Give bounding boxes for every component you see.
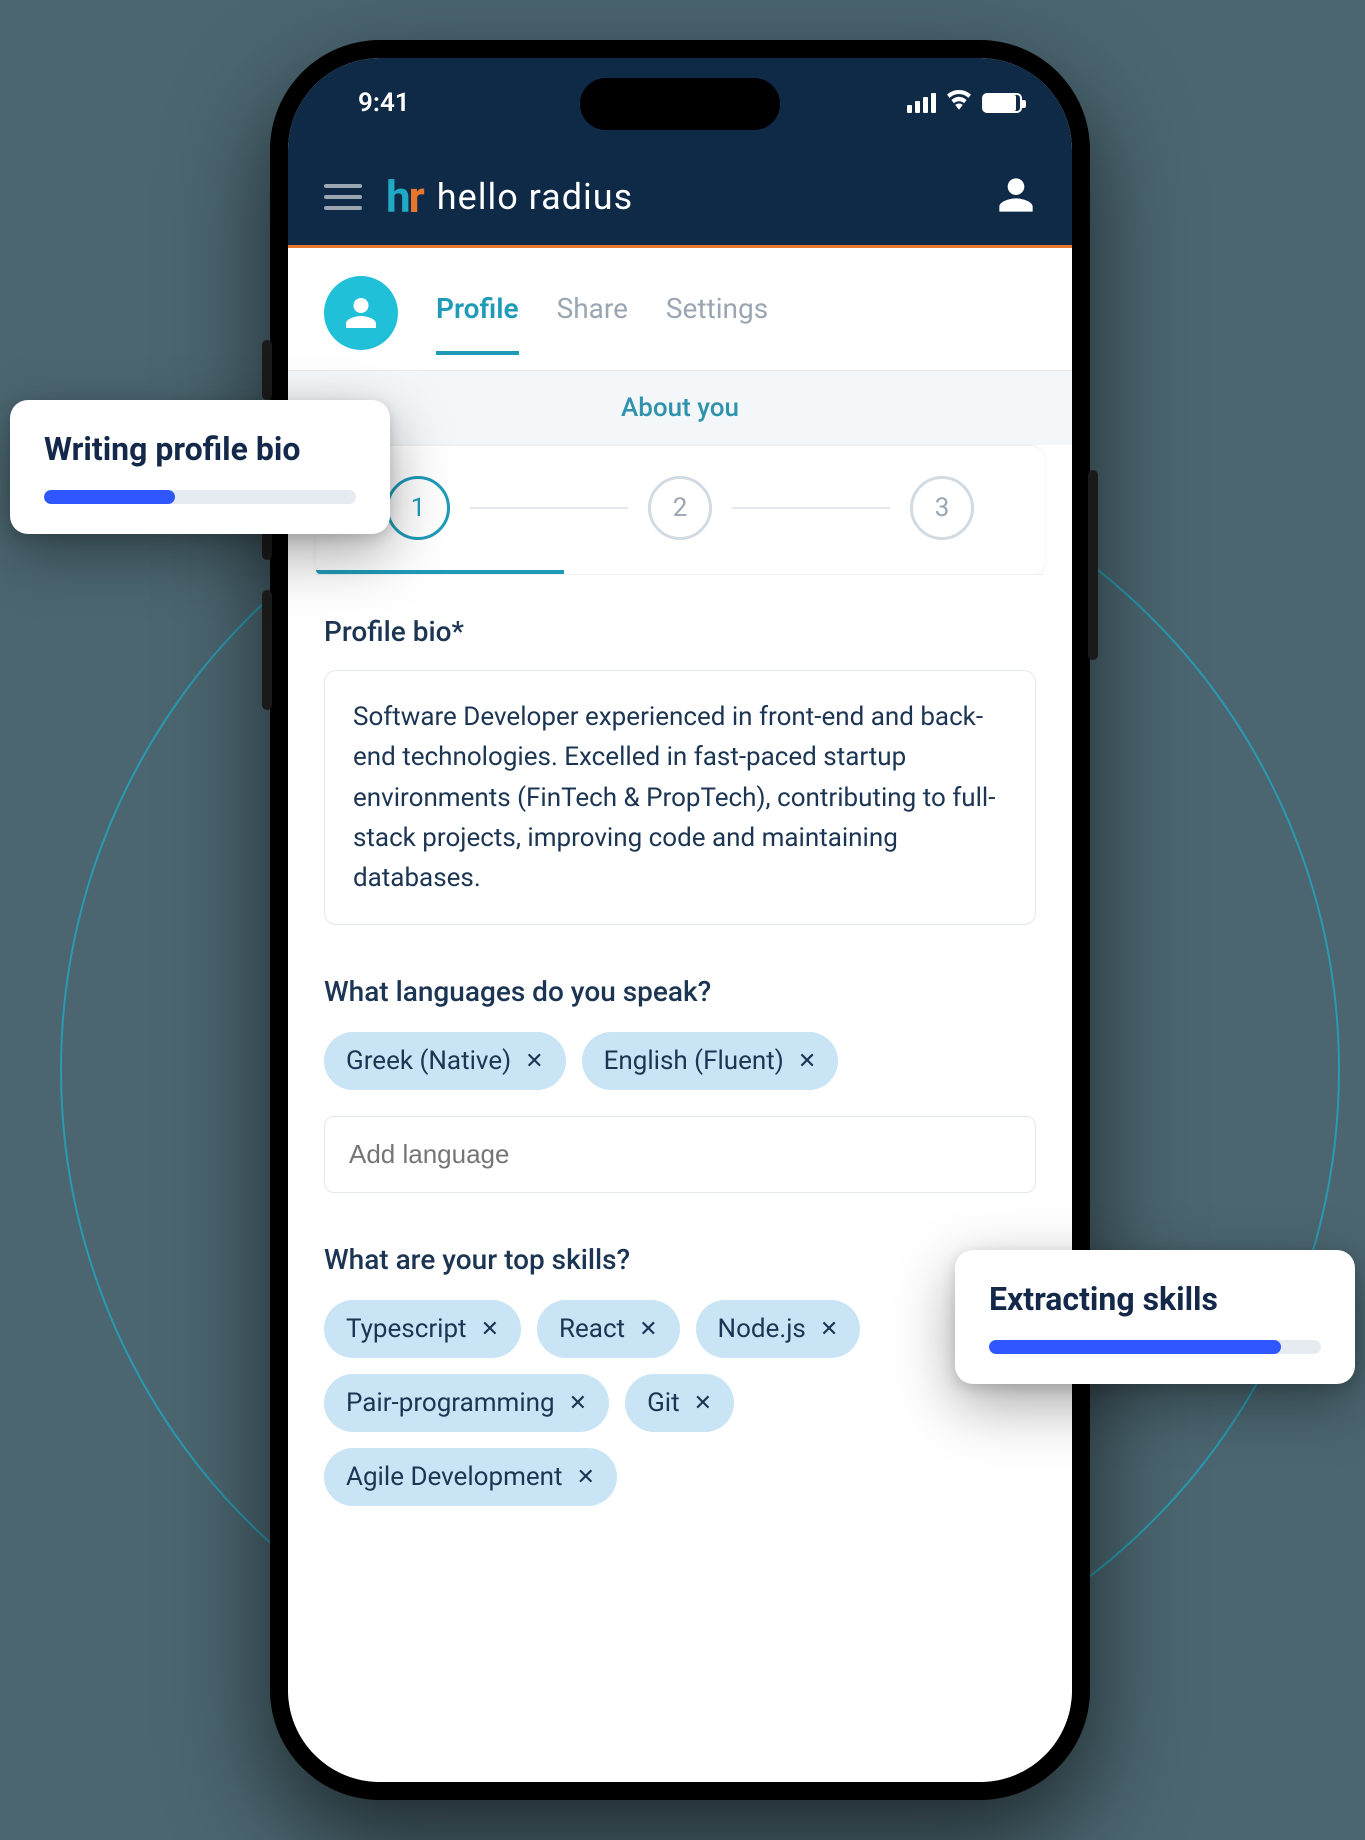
status-indicators xyxy=(907,87,1022,120)
bio-textarea[interactable]: Software Developer experienced in front-… xyxy=(324,670,1036,925)
phone-side-button xyxy=(262,340,272,400)
step-3[interactable]: 3 xyxy=(910,476,974,540)
skill-chip[interactable]: Agile Development ✕ xyxy=(324,1448,617,1506)
remove-icon[interactable]: ✕ xyxy=(820,1317,838,1342)
wifi-icon xyxy=(946,87,972,120)
popup-writing-progress-fill xyxy=(44,490,175,504)
chip-label: English (Fluent) xyxy=(604,1046,784,1076)
phone-volume-down xyxy=(262,590,272,710)
languages-label: What languages do you speak? xyxy=(324,975,1036,1008)
stepper: 1 2 3 xyxy=(316,446,1044,570)
tab-settings[interactable]: Settings xyxy=(666,292,768,355)
chip-label: Node.js xyxy=(718,1314,806,1344)
remove-icon[interactable]: ✕ xyxy=(694,1391,712,1416)
step-connector xyxy=(470,507,628,509)
tab-share[interactable]: Share xyxy=(557,292,628,355)
skill-chip[interactable]: Node.js ✕ xyxy=(696,1300,861,1358)
popup-extracting-progress-fill xyxy=(989,1340,1281,1354)
remove-icon[interactable]: ✕ xyxy=(577,1465,595,1490)
dynamic-island xyxy=(580,78,780,130)
app-header: hr hello radius xyxy=(288,148,1072,248)
stepper-card: 1 2 3 xyxy=(316,445,1044,575)
popup-extracting-skills: Extracting skills xyxy=(955,1250,1355,1384)
remove-icon[interactable]: ✕ xyxy=(798,1049,816,1074)
popup-extracting-title: Extracting skills xyxy=(989,1280,1321,1318)
status-time: 9:41 xyxy=(358,88,410,118)
step-connector xyxy=(732,507,890,509)
phone-frame: 9:41 hr hello radius xyxy=(270,40,1090,1800)
skill-chips: Typescript ✕ React ✕ Node.js ✕ Pair-program… xyxy=(324,1300,1036,1506)
popup-writing-title: Writing profile bio xyxy=(44,430,356,468)
skill-chip[interactable]: Typescript ✕ xyxy=(324,1300,521,1358)
skill-chip[interactable]: Pair-programming ✕ xyxy=(324,1374,609,1432)
menu-icon[interactable] xyxy=(324,184,362,210)
skills-label: What are your top skills? xyxy=(324,1243,1036,1276)
popup-writing-progress-track xyxy=(44,490,356,504)
battery-icon xyxy=(982,93,1022,113)
chip-label: Agile Development xyxy=(346,1462,563,1492)
cellular-signal-icon xyxy=(907,93,936,113)
logo-mark: hr xyxy=(386,171,423,223)
chip-label: Pair-programming xyxy=(346,1388,555,1418)
phone-screen: 9:41 hr hello radius xyxy=(288,58,1072,1782)
remove-icon[interactable]: ✕ xyxy=(481,1317,499,1342)
chip-label: Typescript xyxy=(346,1314,467,1344)
chip-label: Git xyxy=(647,1388,680,1418)
skill-chip[interactable]: React ✕ xyxy=(537,1300,680,1358)
phone-power-button xyxy=(1088,470,1098,660)
add-language-input[interactable] xyxy=(324,1116,1036,1193)
tab-profile[interactable]: Profile xyxy=(436,292,519,355)
chip-label: Greek (Native) xyxy=(346,1046,511,1076)
language-chip[interactable]: English (Fluent) ✕ xyxy=(582,1032,839,1090)
popup-writing-bio: Writing profile bio xyxy=(10,400,390,534)
language-chips: Greek (Native) ✕ English (Fluent) ✕ xyxy=(324,1032,1036,1090)
popup-extracting-progress-track xyxy=(989,1340,1321,1354)
chip-label: React xyxy=(559,1314,625,1344)
tab-bar: Profile Share Settings xyxy=(288,248,1072,371)
bio-label: Profile bio* xyxy=(324,615,1036,648)
profile-avatar[interactable] xyxy=(324,276,398,350)
step-1[interactable]: 1 xyxy=(386,476,450,540)
form-area: Profile bio* Software Developer experien… xyxy=(288,575,1072,1782)
skill-chip[interactable]: Git ✕ xyxy=(625,1374,734,1432)
remove-icon[interactable]: ✕ xyxy=(639,1317,657,1342)
remove-icon[interactable]: ✕ xyxy=(525,1049,543,1074)
app-logo[interactable]: hr hello radius xyxy=(386,171,633,223)
logo-text: hello radius xyxy=(437,176,633,218)
user-icon[interactable] xyxy=(996,175,1036,219)
status-bar: 9:41 xyxy=(288,58,1072,148)
language-chip[interactable]: Greek (Native) ✕ xyxy=(324,1032,566,1090)
step-2[interactable]: 2 xyxy=(648,476,712,540)
section-title: About you xyxy=(288,371,1072,445)
remove-icon[interactable]: ✕ xyxy=(569,1391,587,1416)
